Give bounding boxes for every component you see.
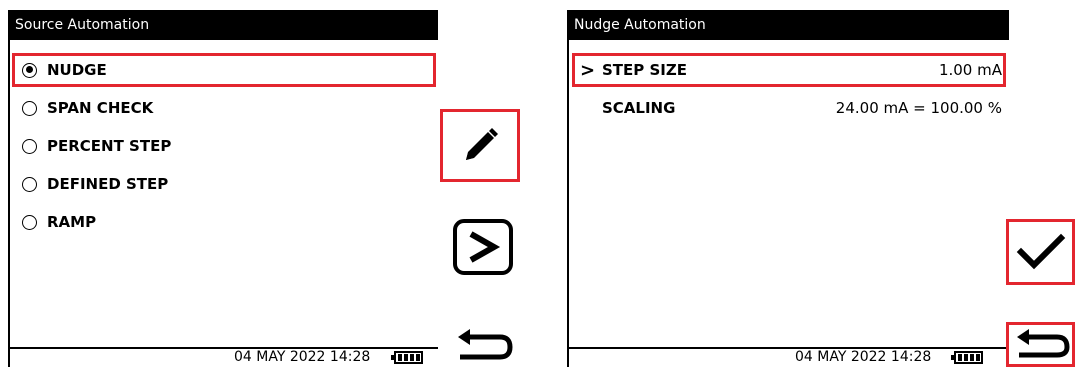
source-automation-screen: Source Automation NUDGE SPAN CHECK PERCE…: [8, 10, 438, 367]
menu-item-defined-step[interactable]: DEFINED STEP: [18, 167, 438, 201]
back-button[interactable]: [450, 327, 516, 367]
back-button[interactable]: [1006, 322, 1075, 367]
radio-icon: [22, 138, 37, 154]
radio-icon: [22, 176, 37, 192]
screen-title: Nudge Automation: [569, 10, 1009, 40]
menu-item-label: SPAN CHECK: [47, 99, 154, 117]
chevron-right-icon: [453, 219, 513, 275]
screen-title: Source Automation: [10, 10, 438, 40]
menu-item-label: RAMP: [47, 213, 97, 231]
menu-item-label: PERCENT STEP: [47, 137, 172, 155]
radio-selected-icon: [22, 62, 37, 78]
menu-item-nudge[interactable]: NUDGE: [12, 53, 436, 87]
row-value: 24.00 mA = 100.00 %: [835, 99, 1002, 117]
status-datetime: 04 MAY 2022 14:28: [234, 349, 371, 365]
menu-item-span-check[interactable]: SPAN CHECK: [18, 91, 438, 125]
menu-item-label: NUDGE: [47, 61, 107, 79]
nudge-automation-screen: Nudge Automation > STEP SIZE 1.00 mA SCA…: [567, 10, 1009, 367]
chevron-right-icon: >: [580, 59, 596, 81]
status-datetime: 04 MAY 2022 14:28: [795, 349, 932, 365]
row-step-size[interactable]: > STEP SIZE 1.00 mA: [572, 53, 1006, 87]
confirm-button[interactable]: [1006, 219, 1075, 285]
status-bar: 04 MAY 2022 14:28: [10, 347, 438, 367]
row-label: SCALING: [602, 99, 676, 117]
menu-item-percent-step[interactable]: PERCENT STEP: [18, 129, 438, 163]
return-arrow-icon: [458, 329, 513, 360]
radio-icon: [22, 214, 37, 230]
pencil-icon: [466, 127, 498, 160]
checkmark-icon: [1016, 233, 1065, 270]
status-bar: 04 MAY 2022 14:28: [569, 347, 1009, 367]
battery-icon: [391, 351, 423, 364]
menu-item-label: DEFINED STEP: [47, 175, 169, 193]
row-scaling[interactable]: SCALING 24.00 mA = 100.00 %: [572, 91, 1006, 125]
next-button[interactable]: [452, 218, 514, 276]
menu-item-ramp[interactable]: RAMP: [18, 205, 438, 239]
radio-icon: [22, 100, 37, 116]
edit-button[interactable]: [440, 109, 520, 182]
return-arrow-icon: [1016, 328, 1070, 357]
row-label: STEP SIZE: [602, 61, 688, 79]
row-value: 1.00 mA: [938, 61, 1002, 79]
battery-icon: [951, 351, 983, 364]
